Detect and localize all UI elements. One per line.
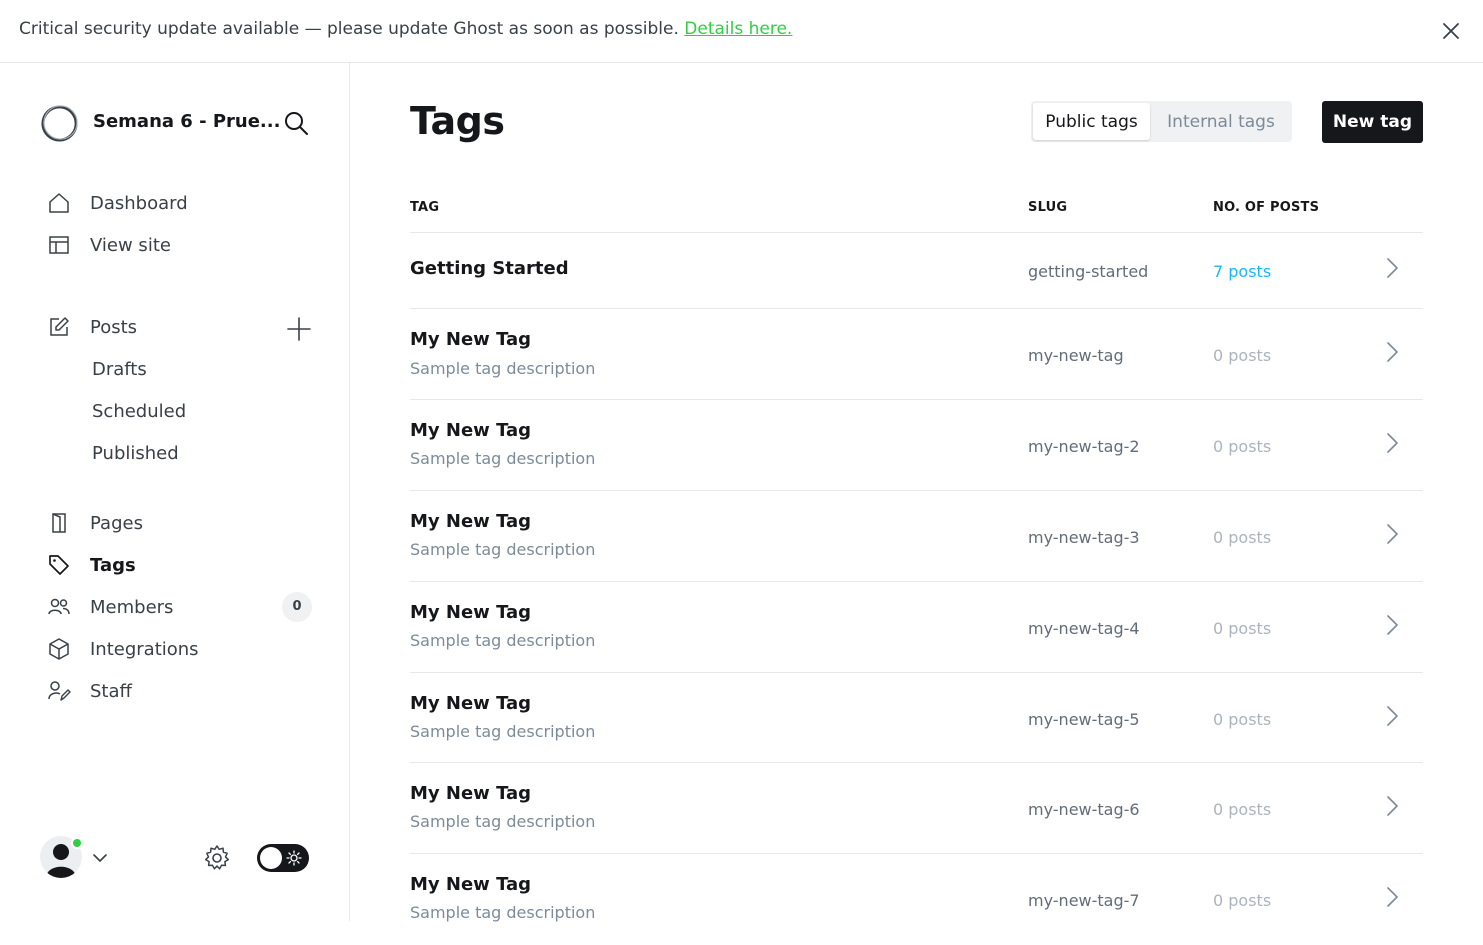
- chevron-right-icon[interactable]: [1383, 257, 1401, 279]
- tab-internal-tags[interactable]: Internal tags: [1152, 103, 1290, 140]
- table-row[interactable]: My New Tag Sample tag description my-new…: [410, 673, 1423, 763]
- banner-message: Critical security update available — ple…: [19, 19, 679, 39]
- members-count-badge: 0: [282, 592, 312, 622]
- chevron-down-icon[interactable]: [92, 850, 108, 866]
- tab-public-tags[interactable]: Public tags: [1033, 103, 1150, 140]
- search-icon[interactable]: [283, 110, 309, 136]
- tag-type-switch: Public tags Internal tags: [1031, 101, 1292, 142]
- integrations-icon: [46, 636, 72, 662]
- tag-description: Sample tag description: [410, 722, 596, 741]
- home-icon: [46, 190, 72, 216]
- close-icon[interactable]: [1440, 20, 1462, 42]
- tag-slug: my-new-tag: [1028, 346, 1124, 365]
- nav-integrations[interactable]: Integrations: [46, 634, 316, 664]
- tag-slug: getting-started: [1028, 262, 1149, 281]
- tag-post-count[interactable]: 0 posts: [1213, 800, 1271, 819]
- chevron-right-icon[interactable]: [1383, 705, 1401, 727]
- pages-icon: [46, 510, 72, 536]
- chevron-right-icon[interactable]: [1383, 614, 1401, 636]
- nav-posts[interactable]: Posts: [46, 312, 316, 342]
- chevron-right-icon[interactable]: [1383, 886, 1401, 908]
- edit-icon: [46, 314, 72, 340]
- toggle-knob: [260, 847, 282, 869]
- tag-post-count[interactable]: 0 posts: [1213, 528, 1271, 547]
- tag-slug: my-new-tag-3: [1028, 528, 1140, 547]
- tag-name[interactable]: My New Tag: [410, 420, 531, 441]
- tag-name[interactable]: My New Tag: [410, 874, 531, 895]
- page-title: Tags: [410, 99, 505, 143]
- nav-view-site-label: View site: [90, 234, 171, 256]
- table-row[interactable]: My New Tag Sample tag description my-new…: [410, 400, 1423, 491]
- tag-icon: [46, 552, 72, 578]
- nav-tags-label: Tags: [90, 554, 136, 576]
- nav-dashboard[interactable]: Dashboard: [46, 188, 316, 218]
- online-status-dot: [71, 837, 83, 849]
- tag-name[interactable]: Getting Started: [410, 258, 569, 279]
- tag-slug: my-new-tag-5: [1028, 710, 1140, 729]
- banner-text: Critical security update available — ple…: [19, 19, 792, 39]
- nav-posts-label: Posts: [90, 316, 138, 338]
- tag-post-count[interactable]: 7 posts: [1213, 262, 1271, 281]
- tag-name[interactable]: My New Tag: [410, 693, 531, 714]
- tag-slug: my-new-tag-7: [1028, 891, 1140, 910]
- tag-description: Sample tag description: [410, 359, 596, 378]
- nav-pages[interactable]: Pages: [46, 508, 316, 538]
- table-row[interactable]: My New Tag Sample tag description my-new…: [410, 763, 1423, 854]
- column-header-posts: NO. OF POSTS: [1213, 200, 1320, 215]
- nav-tags[interactable]: Tags: [46, 550, 316, 580]
- tag-name[interactable]: My New Tag: [410, 329, 531, 350]
- sun-icon: [286, 850, 302, 866]
- tag-slug: my-new-tag-2: [1028, 437, 1140, 456]
- nav-scheduled[interactable]: Scheduled: [92, 401, 186, 422]
- nav-view-site[interactable]: View site: [46, 230, 316, 260]
- tag-description: Sample tag description: [410, 449, 596, 468]
- tag-post-count[interactable]: 0 posts: [1213, 710, 1271, 729]
- table-row[interactable]: My New Tag Sample tag description my-new…: [410, 582, 1423, 673]
- chevron-right-icon[interactable]: [1383, 432, 1401, 454]
- table-row[interactable]: My New Tag Sample tag description my-new…: [410, 491, 1423, 582]
- table-row[interactable]: Getting Started getting-started 7 posts: [410, 233, 1423, 309]
- nav-staff[interactable]: Staff: [46, 676, 316, 706]
- banner-details-link[interactable]: Details here.: [684, 19, 792, 39]
- tag-description: Sample tag description: [410, 631, 596, 650]
- tag-post-count[interactable]: 0 posts: [1213, 437, 1271, 456]
- tag-slug: my-new-tag-6: [1028, 800, 1140, 819]
- column-header-slug: SLUG: [1028, 200, 1068, 215]
- tag-post-count[interactable]: 0 posts: [1213, 619, 1271, 638]
- new-tag-button[interactable]: New tag: [1322, 101, 1423, 143]
- tag-description: Sample tag description: [410, 812, 596, 831]
- tag-name[interactable]: My New Tag: [410, 783, 531, 804]
- nav-pages-label: Pages: [90, 512, 143, 534]
- tag-post-count[interactable]: 0 posts: [1213, 891, 1271, 910]
- chevron-right-icon[interactable]: [1383, 523, 1401, 545]
- nav-staff-label: Staff: [90, 680, 132, 702]
- column-header-tag: TAG: [410, 200, 440, 215]
- plus-icon[interactable]: [286, 316, 312, 342]
- nav-members[interactable]: Members: [46, 592, 316, 622]
- staff-icon: [46, 678, 72, 704]
- sidebar: Semana 6 - Prue... Dashboard View site P…: [0, 63, 350, 921]
- tag-name[interactable]: My New Tag: [410, 602, 531, 623]
- chevron-right-icon[interactable]: [1383, 341, 1401, 363]
- nav-drafts[interactable]: Drafts: [92, 359, 147, 380]
- nav-published[interactable]: Published: [92, 443, 179, 464]
- tag-post-count[interactable]: 0 posts: [1213, 346, 1271, 365]
- security-banner: Critical security update available — ple…: [0, 0, 1483, 63]
- tag-description: Sample tag description: [410, 903, 596, 922]
- table-row[interactable]: My New Tag Sample tag description my-new…: [410, 309, 1423, 400]
- tag-name[interactable]: My New Tag: [410, 511, 531, 532]
- theme-toggle[interactable]: [257, 844, 309, 872]
- table-row[interactable]: My New Tag Sample tag description my-new…: [410, 854, 1423, 945]
- nav-integrations-label: Integrations: [90, 638, 199, 660]
- members-icon: [46, 594, 72, 620]
- site-title[interactable]: Semana 6 - Prue...: [93, 111, 280, 132]
- chevron-right-icon[interactable]: [1383, 795, 1401, 817]
- nav-dashboard-label: Dashboard: [90, 192, 188, 214]
- view-site-icon: [46, 232, 72, 258]
- gear-icon[interactable]: [203, 844, 231, 872]
- tag-description: Sample tag description: [410, 540, 596, 559]
- nav-members-label: Members: [90, 596, 174, 618]
- site-logo-icon[interactable]: [40, 104, 79, 143]
- tag-slug: my-new-tag-4: [1028, 619, 1140, 638]
